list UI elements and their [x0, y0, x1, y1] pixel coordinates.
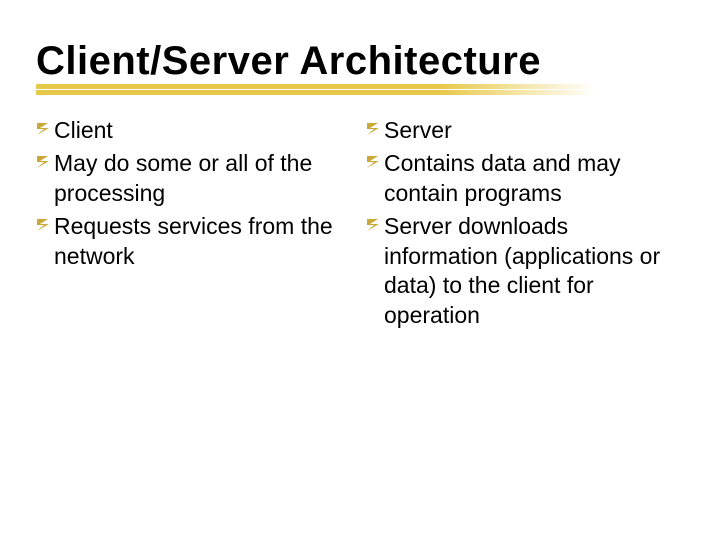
bullet-text: Server — [384, 116, 452, 145]
z-bullet-icon — [36, 149, 54, 175]
page-title: Client/Server Architecture — [36, 40, 684, 82]
list-item: Client — [36, 116, 336, 145]
columns: Client May do some or all of the process… — [36, 116, 684, 334]
list-item: Contains data and may contain programs — [366, 149, 666, 208]
z-bullet-icon — [366, 116, 384, 142]
title-wrap: Client/Server Architecture — [36, 40, 684, 82]
title-underline — [36, 84, 596, 94]
column-left: Client May do some or all of the process… — [36, 116, 336, 334]
z-bullet-icon — [366, 149, 384, 175]
bullet-text: Server downloads information (applicatio… — [384, 212, 666, 330]
z-bullet-icon — [366, 212, 384, 238]
bullet-text: Contains data and may contain programs — [384, 149, 666, 208]
list-item: Requests services from the network — [36, 212, 336, 271]
z-bullet-icon — [36, 212, 54, 238]
bullet-text: May do some or all of the processing — [54, 149, 336, 208]
column-right: Server Contains data and may contain pro… — [366, 116, 666, 334]
bullet-text: Client — [54, 116, 113, 145]
z-bullet-icon — [36, 116, 54, 142]
bullet-text: Requests services from the network — [54, 212, 336, 271]
slide: Client/Server Architecture Client May do… — [0, 0, 720, 540]
list-item: Server downloads information (applicatio… — [366, 212, 666, 330]
list-item: Server — [366, 116, 666, 145]
list-item: May do some or all of the processing — [36, 149, 336, 208]
